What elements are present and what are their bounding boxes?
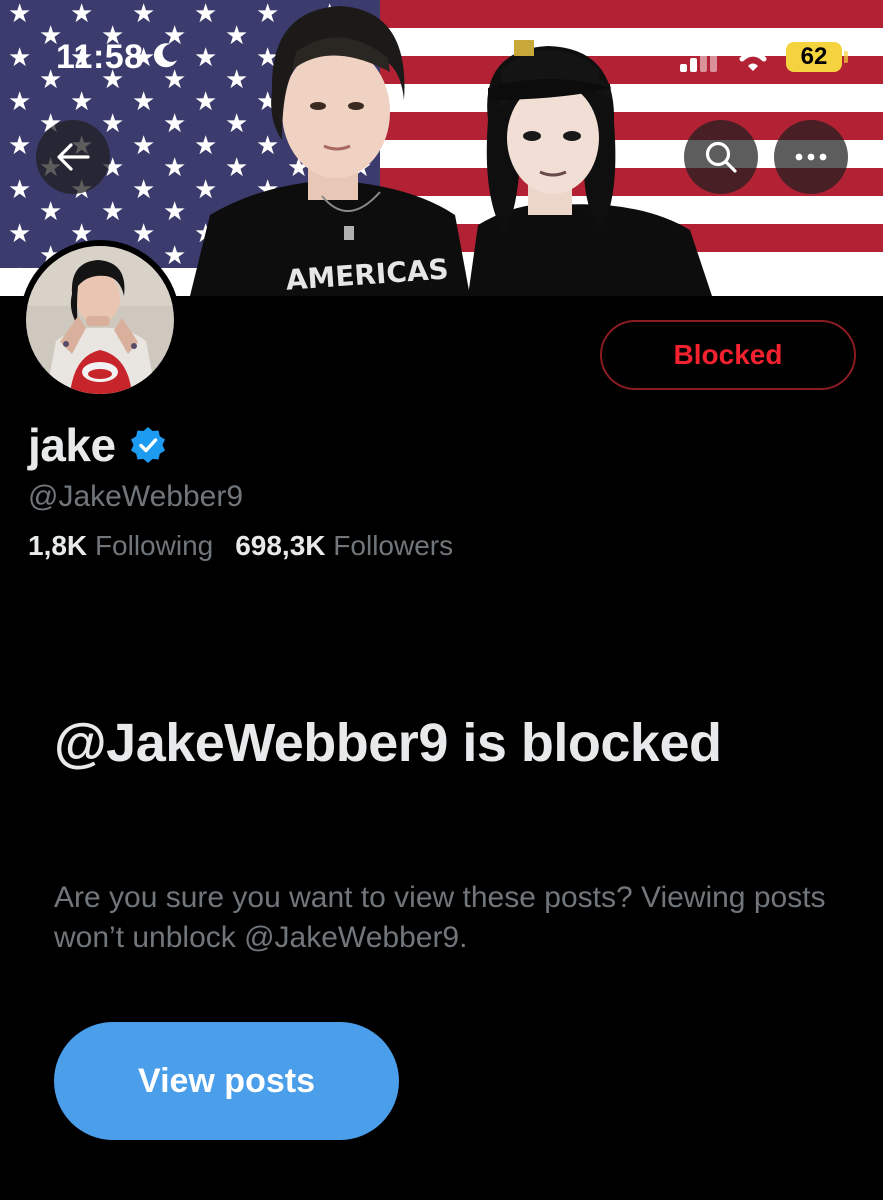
- display-name: jake: [28, 419, 116, 471]
- back-button[interactable]: [36, 120, 110, 194]
- status-time: 11:58: [56, 38, 144, 76]
- followers-link[interactable]: 698,3K Followers: [235, 530, 453, 561]
- verified-badge-icon[interactable]: [130, 427, 166, 463]
- followers-count: 698,3K: [235, 530, 326, 561]
- search-button[interactable]: [684, 120, 758, 194]
- signal-icon: [680, 45, 717, 72]
- profile-name-row: jake: [28, 418, 166, 472]
- blocked-button[interactable]: Blocked: [600, 320, 856, 390]
- more-options-button[interactable]: [774, 120, 848, 194]
- wifi-icon: [732, 41, 774, 71]
- moon-icon: [153, 43, 177, 68]
- blocked-notice-description: Are you sure you want to view these post…: [54, 881, 826, 954]
- profile-stats: 1,8K Following 698,3K Followers: [28, 530, 453, 562]
- search-icon: [705, 141, 737, 173]
- more-horizontal-icon: [795, 153, 827, 161]
- arrow-left-icon: [57, 143, 90, 171]
- following-label: Following: [94, 530, 214, 561]
- followers-label: Followers: [333, 530, 454, 561]
- view-posts-button[interactable]: View posts: [54, 1022, 399, 1140]
- profile-avatar[interactable]: [20, 240, 180, 400]
- status-bar: 11:58 62: [0, 0, 883, 110]
- profile-handle: @JakeWebber9: [28, 480, 244, 513]
- following-link[interactable]: 1,8K Following: [28, 530, 213, 561]
- battery-nub: [844, 51, 848, 63]
- avatar-image: [26, 246, 174, 394]
- following-count: 1,8K: [28, 530, 88, 561]
- blocked-notice-title: @JakeWebber9 is blocked: [54, 713, 722, 773]
- battery-icon: 62: [786, 42, 842, 72]
